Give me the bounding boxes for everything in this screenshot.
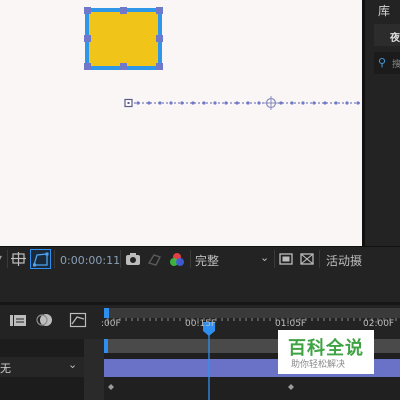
- motion-path-dot: [257, 101, 261, 105]
- chevron-down-icon: ⌄: [260, 251, 270, 264]
- keyframe-track[interactable]: [104, 379, 400, 400]
- layer-switches-column[interactable]: [84, 339, 104, 400]
- motion-path-dot: [147, 101, 151, 105]
- motion-blur-icon[interactable]: [35, 311, 53, 329]
- color-channels-icon[interactable]: [168, 251, 186, 267]
- panel-separator-band: [0, 273, 400, 305]
- motion-path-dot: [191, 101, 195, 105]
- motion-path-dot: [279, 101, 283, 105]
- composition-canvas[interactable]: [0, 0, 362, 246]
- resolution-value: 完整: [195, 254, 220, 268]
- motion-path-dot: [180, 101, 184, 105]
- motion-path-dot: [345, 101, 349, 105]
- render-queue-icon[interactable]: [9, 311, 27, 329]
- yellow-rectangle-shape[interactable]: [85, 8, 162, 70]
- chevron-down-icon[interactable]: ▾: [0, 253, 2, 264]
- ruler-tick-label: :00F: [101, 319, 121, 329]
- motion-path-dot: [290, 101, 294, 105]
- library-tab-label: 夜: [390, 33, 400, 44]
- toggle-mask-path-button[interactable]: [30, 249, 51, 269]
- motion-path-dot: [323, 101, 327, 105]
- library-panel-title[interactable]: 库: [378, 2, 390, 19]
- motion-path-dot: [202, 101, 206, 105]
- work-area-start-handle[interactable]: [104, 308, 109, 318]
- ruler-tick-label: 01:05F: [275, 319, 307, 329]
- motion-path-dot: [136, 101, 140, 105]
- motion-path-dot: [235, 101, 239, 105]
- grid-guides-icon[interactable]: [11, 251, 27, 267]
- transparency-grid-icon[interactable]: [299, 251, 315, 267]
- chevron-down-icon: ⌄: [68, 358, 78, 371]
- motion-path[interactable]: [124, 96, 362, 110]
- motion-path-dot: [356, 101, 360, 105]
- motion-path-dot: [334, 101, 338, 105]
- current-time-display[interactable]: 0:00:00:11: [60, 254, 120, 267]
- motion-path-dot: [246, 101, 250, 105]
- show-snapshot-icon[interactable]: [146, 251, 164, 267]
- motion-path-dot: [301, 101, 305, 105]
- active-camera-select[interactable]: 活动摄: [326, 252, 362, 269]
- ruler-tick-label: 00:15F: [185, 319, 217, 329]
- motion-path-dot: [158, 101, 162, 105]
- motion-path-dot: [312, 101, 316, 105]
- track-matte-select[interactable]: 无 ⌄: [0, 357, 84, 377]
- library-search-placeholder: 搜: [392, 60, 400, 70]
- watermark-subtitle: 助你轻松解决: [291, 360, 346, 370]
- region-of-interest-icon: [33, 252, 49, 267]
- composition-viewer[interactable]: [0, 0, 362, 246]
- track-matte-value: 无: [0, 362, 11, 375]
- graph-editor-icon[interactable]: [69, 311, 87, 329]
- work-area-bar[interactable]: [106, 308, 400, 318]
- camera-icon[interactable]: [124, 251, 142, 267]
- in-point-handle[interactable]: [104, 339, 108, 353]
- panel-divider[interactable]: [362, 0, 365, 246]
- motion-path-dot: [213, 101, 217, 105]
- motion-path-dot: [169, 101, 173, 105]
- motion-path-dot: [224, 101, 228, 105]
- search-icon: ⚲: [378, 56, 387, 69]
- resolution-select[interactable]: 完整 ⌄: [192, 250, 274, 269]
- fast-previews-icon[interactable]: [278, 251, 294, 267]
- ruler-tick-label: 02:00F: [363, 319, 395, 329]
